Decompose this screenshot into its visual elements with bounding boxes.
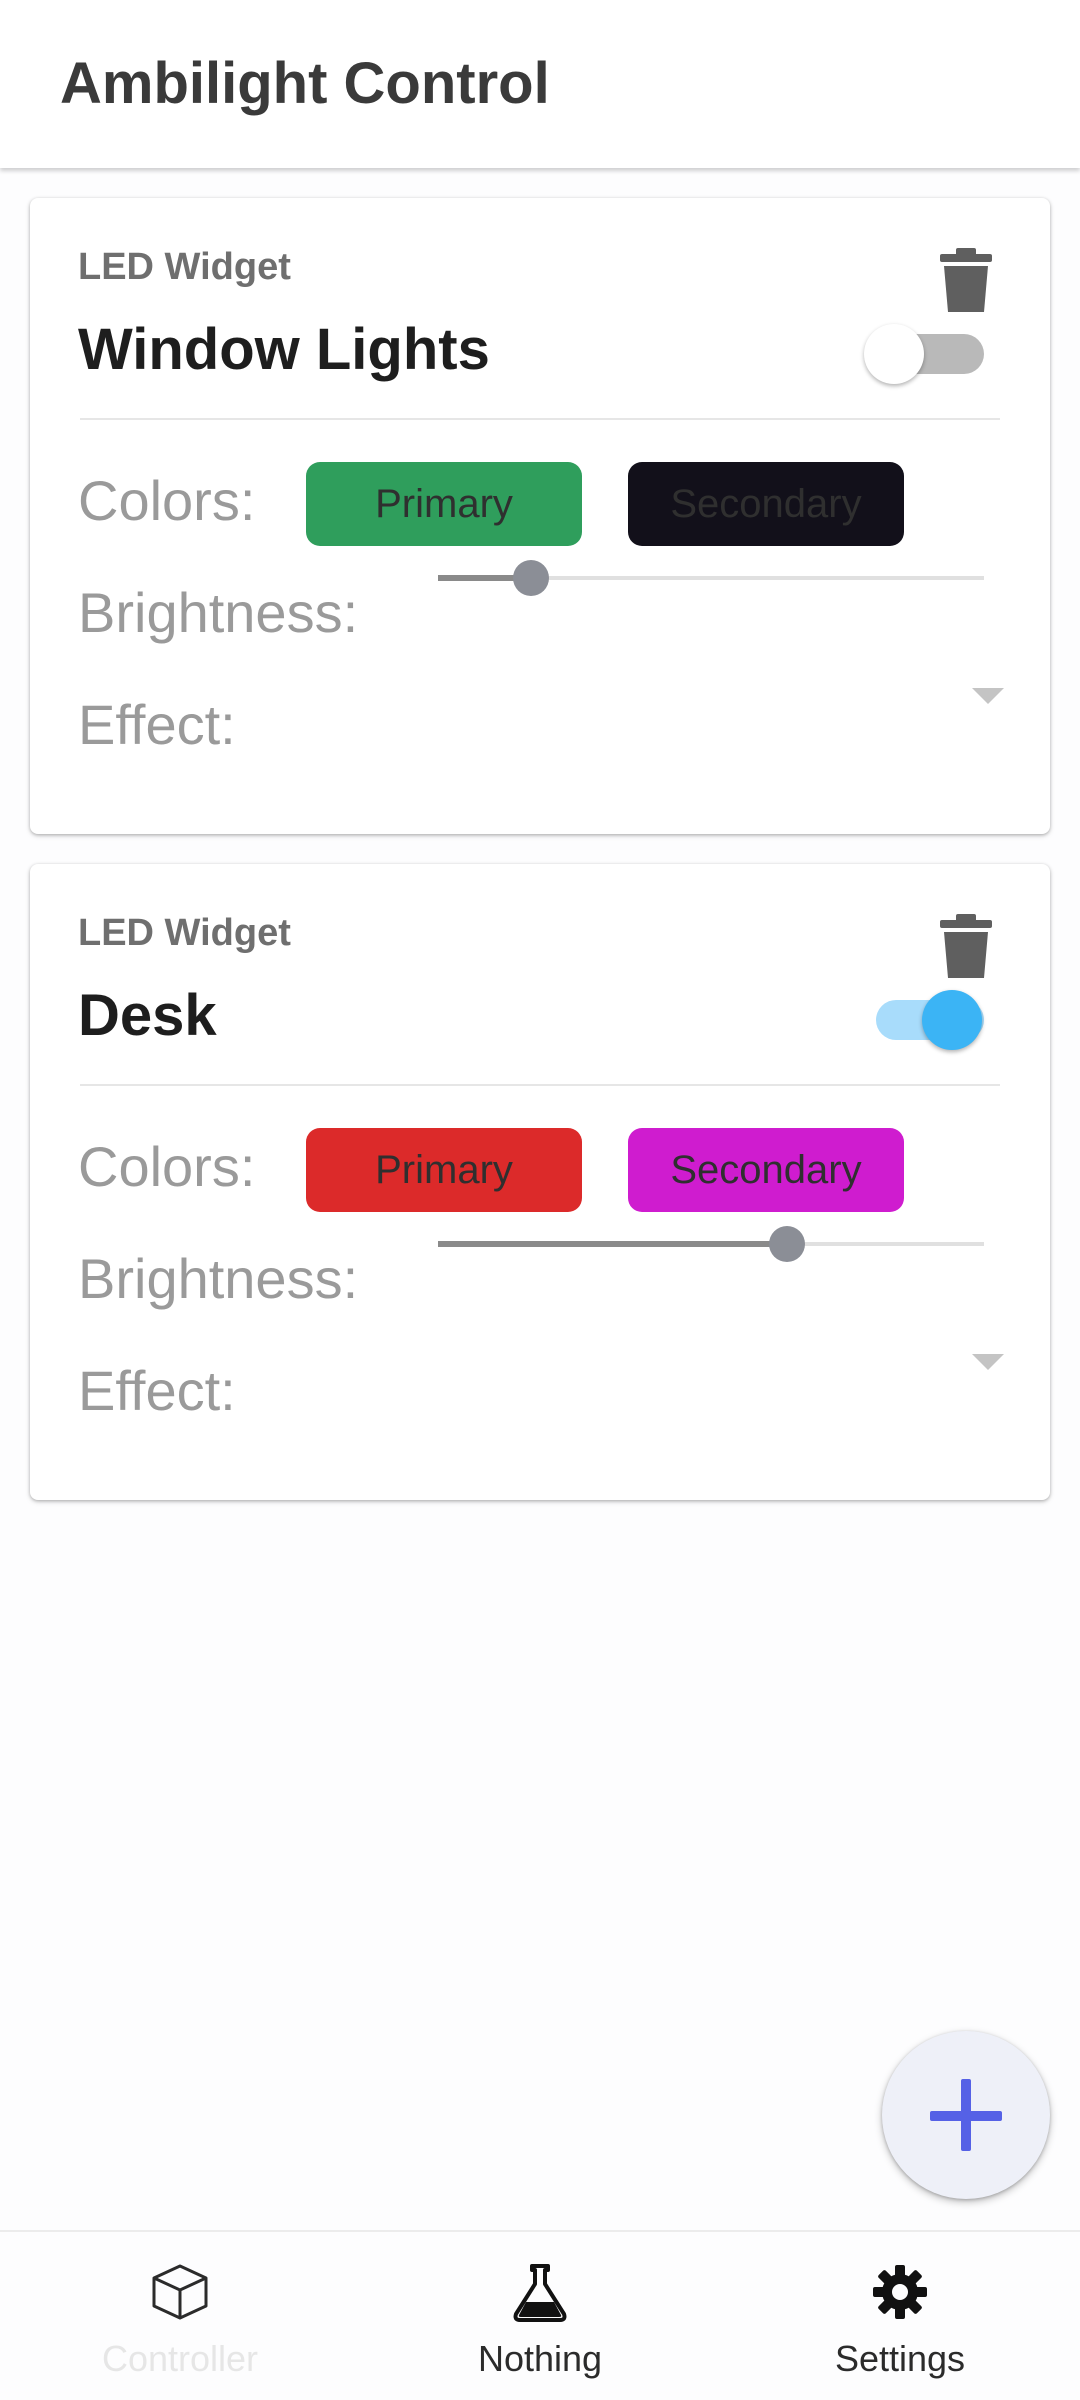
flask-icon [513,2264,567,2322]
nav-item-settings[interactable]: Settings [720,2262,1080,2382]
nav-item-nothing[interactable]: Nothing [360,2262,720,2382]
trash-icon[interactable] [938,914,994,978]
nav-label: Settings [834,2338,966,2379]
plus-icon-stroke [961,2079,971,2151]
slider-thumb[interactable] [512,560,549,596]
divider [80,1084,1000,1086]
app-bar: Ambilight Control [0,0,1080,168]
card-subtitle: LED Widget [78,246,291,288]
colors-label: Colors: [78,1135,256,1198]
nav-label: Nothing [477,2338,603,2379]
app-title: Ambilight Control [60,51,550,116]
card-title: Desk [78,983,217,1048]
primary-color-button[interactable]: Primary [306,1128,582,1212]
card-title: Window Lights [78,317,490,382]
enable-toggle[interactable] [856,316,992,388]
dropdown-caret-icon [972,688,1004,704]
toggle-knob [864,324,924,384]
gear-icon [873,2265,927,2319]
nav-item-controller[interactable]: Controller [0,2262,360,2382]
nav-label: Controller [101,2338,259,2379]
led-widget-card: LED Widget Window Lights Colors: Primary… [30,198,1050,834]
colors-label: Colors: [78,469,256,532]
brightness-slider[interactable] [408,1216,994,1272]
bottom-navigation: Controller Nothing Settings [0,2230,1080,2400]
toggle-knob [922,990,982,1050]
brightness-slider[interactable] [408,550,994,606]
add-widget-button[interactable] [882,2031,1050,2199]
brightness-label: Brightness: [78,581,359,644]
slider-fill [438,1241,788,1247]
secondary-color-button[interactable]: Secondary [628,1128,904,1212]
cube-icon [152,2264,208,2320]
card-subtitle: LED Widget [78,912,291,954]
brightness-label: Brightness: [78,1247,359,1310]
effect-dropdown[interactable] [78,1324,1022,1400]
secondary-color-button[interactable]: Secondary [628,462,904,546]
dropdown-caret-icon [972,1354,1004,1370]
divider [80,418,1000,420]
slider-thumb[interactable] [769,1226,806,1262]
led-widget-card: LED Widget Desk Colors: Primary Secondar… [30,864,1050,1500]
trash-icon[interactable] [938,248,994,312]
enable-toggle[interactable] [856,982,992,1054]
primary-color-button[interactable]: Primary [306,462,582,546]
effect-dropdown[interactable] [78,658,1022,734]
